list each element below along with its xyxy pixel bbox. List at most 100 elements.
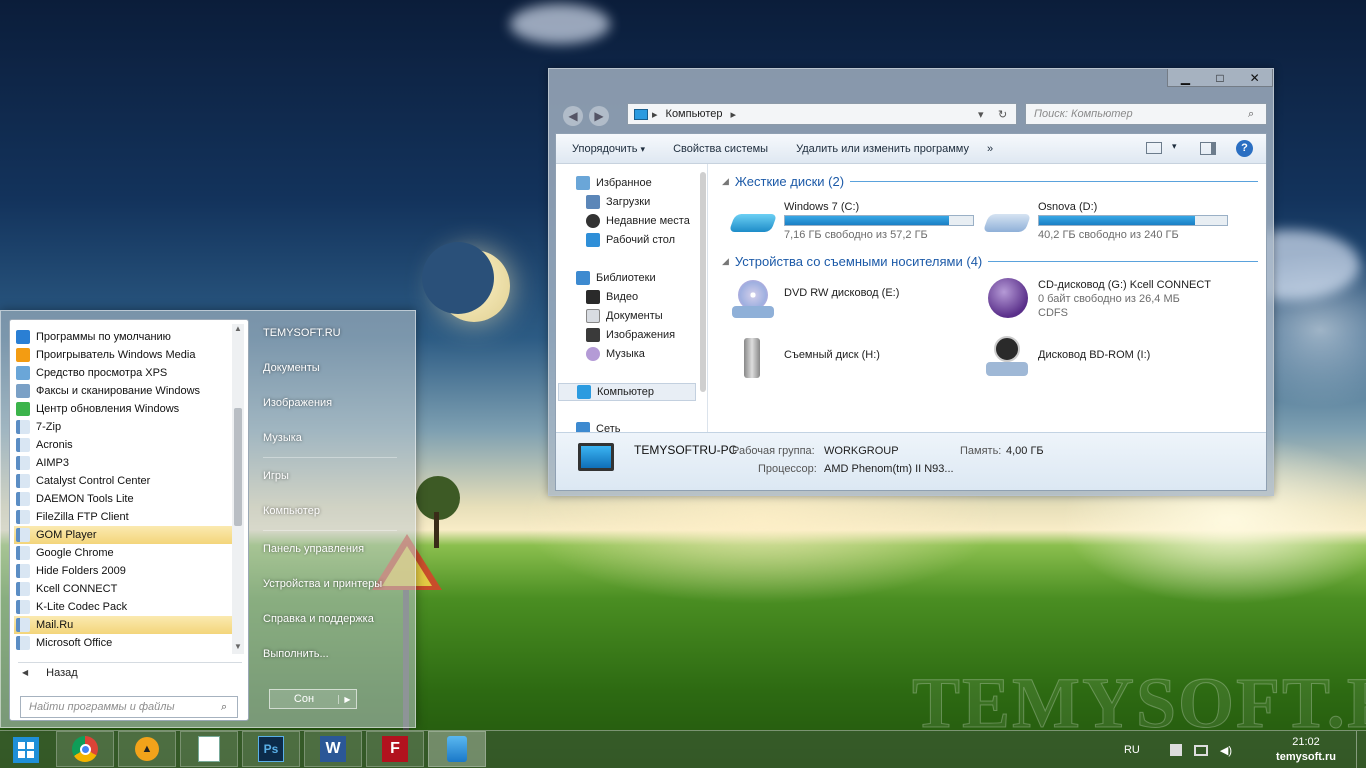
forward-arrow-icon[interactable]: ▶ — [589, 106, 609, 126]
start-link-item[interactable]: Документы — [263, 362, 320, 374]
program-item[interactable]: Acronis — [14, 436, 232, 454]
more-commands-button[interactable]: » — [987, 143, 993, 155]
start-link-item[interactable]: Выполнить... — [263, 648, 329, 660]
drive-e[interactable]: DVD RW дисковод (E:) — [730, 278, 899, 320]
program-item[interactable]: DAEMON Tools Lite — [14, 490, 232, 508]
chevron-down-icon[interactable]: ▾ — [978, 108, 984, 121]
organize-button[interactable]: Упорядочить ▾ — [572, 143, 645, 155]
address-bar[interactable]: ▸ Компьютер ▸ ▾ ↻ — [627, 103, 1017, 125]
scrollbar-thumb[interactable] — [234, 408, 242, 526]
scroll-down-icon[interactable]: ▼ — [234, 642, 242, 651]
sleep-button[interactable]: Сон ▶ — [269, 689, 357, 709]
chevron-down-icon[interactable]: ▾ — [1172, 141, 1177, 152]
nav-desktop[interactable]: Рабочий стол — [586, 231, 675, 249]
start-link-item[interactable]: Изображения — [263, 397, 332, 409]
nav-recent[interactable]: Недавние места — [586, 212, 690, 230]
taskbar-aimp[interactable]: ▲ — [118, 731, 176, 767]
volume-icon[interactable]: ◀) — [1220, 744, 1232, 757]
recent-places-icon — [586, 214, 600, 228]
drive-name: CD-дисковод (G:) Kcell CONNECT — [1038, 279, 1212, 291]
scroll-up-icon[interactable]: ▲ — [234, 324, 242, 333]
view-options-icon[interactable] — [1146, 142, 1162, 154]
refresh-icon[interactable]: ↻ — [998, 108, 1007, 121]
program-item[interactable]: Программы по умолчанию — [14, 328, 232, 346]
clock-site: temysoft.ru — [1276, 751, 1336, 763]
program-item[interactable]: Catalyst Control Center — [14, 472, 232, 490]
explorer-icon — [447, 736, 467, 762]
taskbar-word[interactable]: W — [304, 731, 362, 767]
action-center-icon[interactable] — [1169, 744, 1182, 756]
program-item[interactable]: Средство просмотра XPS — [14, 364, 232, 382]
chevron-right-icon[interactable]: ▸ — [730, 108, 736, 121]
taskbar-explorer[interactable] — [428, 731, 486, 767]
network-icon[interactable] — [1193, 744, 1208, 756]
start-link-item[interactable]: Компьютер — [263, 505, 320, 517]
nav-images[interactable]: Изображения — [586, 326, 675, 344]
explorer-window[interactable]: ▁ □ ✕ ◀ ▶ ▸ Компьютер ▸ ▾ ↻ Поиск: Компь… — [548, 68, 1274, 496]
show-desktop-button[interactable] — [1356, 731, 1366, 768]
drive-c[interactable]: Windows 7 (C:) 7,16 ГБ свободно из 57,2 Г… — [728, 200, 974, 242]
back-arrow-icon[interactable]: ◀ — [563, 106, 583, 126]
program-item[interactable]: Mail.Ru — [14, 616, 232, 634]
chevron-right-icon[interactable]: ▶ — [338, 694, 356, 704]
program-item[interactable]: Факсы и сканирование Windows — [14, 382, 232, 400]
group-removable[interactable]: ◢ Устройства со съемными носителями (4) — [722, 254, 1258, 269]
start-link-item[interactable]: TEMYSOFT.RU — [263, 327, 341, 339]
nav-documents[interactable]: Документы — [586, 307, 663, 325]
taskbar-filezilla[interactable]: F — [366, 731, 424, 767]
folder-icon — [16, 492, 30, 506]
nav-music[interactable]: Музыка — [586, 345, 645, 363]
group-removable-label: Устройства со съемными носителями (4) — [734, 254, 983, 269]
nav-video[interactable]: Видео — [586, 288, 638, 306]
program-item[interactable]: Microsoft Office — [14, 634, 232, 652]
search-icon[interactable]: ⌕ — [221, 701, 227, 714]
program-item[interactable]: AIMP3 — [14, 454, 232, 472]
group-hard-drives[interactable]: ◢ Жесткие диски (2) — [722, 174, 1258, 189]
taskbar-chrome[interactable] — [56, 731, 114, 767]
language-indicator[interactable]: RU — [1124, 744, 1140, 756]
start-link-item[interactable]: Панель управления — [263, 543, 364, 555]
start-link-item[interactable]: Устройства и принтеры — [263, 578, 382, 590]
program-item[interactable]: Центр обновления Windows — [14, 400, 232, 418]
start-button[interactable] — [0, 731, 52, 768]
program-item[interactable]: Hide Folders 2009 — [14, 562, 232, 580]
start-search-input[interactable]: Найти программы и файлы ⌕ — [20, 696, 238, 718]
drive-i[interactable]: Дисковод BD-ROM (I:) — [984, 336, 1150, 378]
program-item[interactable]: GOM Player — [14, 526, 232, 544]
programs-scrollbar[interactable]: ▲ ▼ — [232, 324, 244, 654]
drive-usage-bar — [1038, 215, 1228, 226]
nav-favorites[interactable]: Избранное — [576, 174, 652, 192]
program-item[interactable]: 7-Zip — [14, 418, 232, 436]
program-item[interactable]: FileZilla FTP Client — [14, 508, 232, 526]
taskbar-photoshop[interactable]: Ps — [242, 731, 300, 767]
nav-computer[interactable]: Компьютер — [558, 383, 696, 401]
breadcrumb-computer[interactable]: Компьютер — [666, 108, 723, 120]
start-link-item[interactable]: Справка и поддержка — [263, 613, 374, 625]
moon — [422, 242, 510, 322]
drive-d[interactable]: Osnova (D:) 40,2 ГБ свободно из 240 ГБ — [982, 200, 1228, 242]
program-item[interactable]: Kcell CONNECT — [14, 580, 232, 598]
program-item[interactable]: K-Lite Codec Pack — [14, 598, 232, 616]
uninstall-button[interactable]: Удалить или изменить программу — [796, 143, 969, 155]
preview-pane-icon[interactable] — [1200, 142, 1216, 155]
nav-downloads[interactable]: Загрузки — [586, 193, 650, 211]
program-item[interactable]: Google Chrome — [14, 544, 232, 562]
start-link-item[interactable]: Музыка — [263, 432, 302, 444]
help-icon[interactable]: ? — [1236, 140, 1253, 157]
drive-h[interactable]: Съемный диск (H:) — [730, 336, 880, 378]
clock[interactable]: 21:02 temysoft.ru — [1256, 735, 1356, 765]
minimize-button[interactable]: ▁ — [1168, 69, 1203, 86]
search-icon[interactable]: ⌕ — [1248, 108, 1254, 121]
system-properties-button[interactable]: Свойства системы — [673, 143, 768, 155]
nav-libraries[interactable]: Библиотеки — [576, 269, 656, 287]
maximize-button[interactable]: □ — [1203, 69, 1238, 86]
close-button[interactable]: ✕ — [1237, 69, 1272, 86]
aimp-icon: ▲ — [135, 737, 159, 761]
nav-scrollbar[interactable] — [700, 172, 706, 392]
taskbar-notepad[interactable] — [180, 731, 238, 767]
search-input[interactable]: Поиск: Компьютер ⌕ — [1025, 103, 1267, 125]
back-button[interactable]: ◀ Назад — [18, 662, 242, 682]
program-item[interactable]: Проигрыватель Windows Media — [14, 346, 232, 364]
start-link-item[interactable]: Игры — [263, 470, 289, 482]
drive-g[interactable]: CD-дисковод (G:) Kcell CONNECT 0 байт сво… — [984, 278, 1211, 320]
